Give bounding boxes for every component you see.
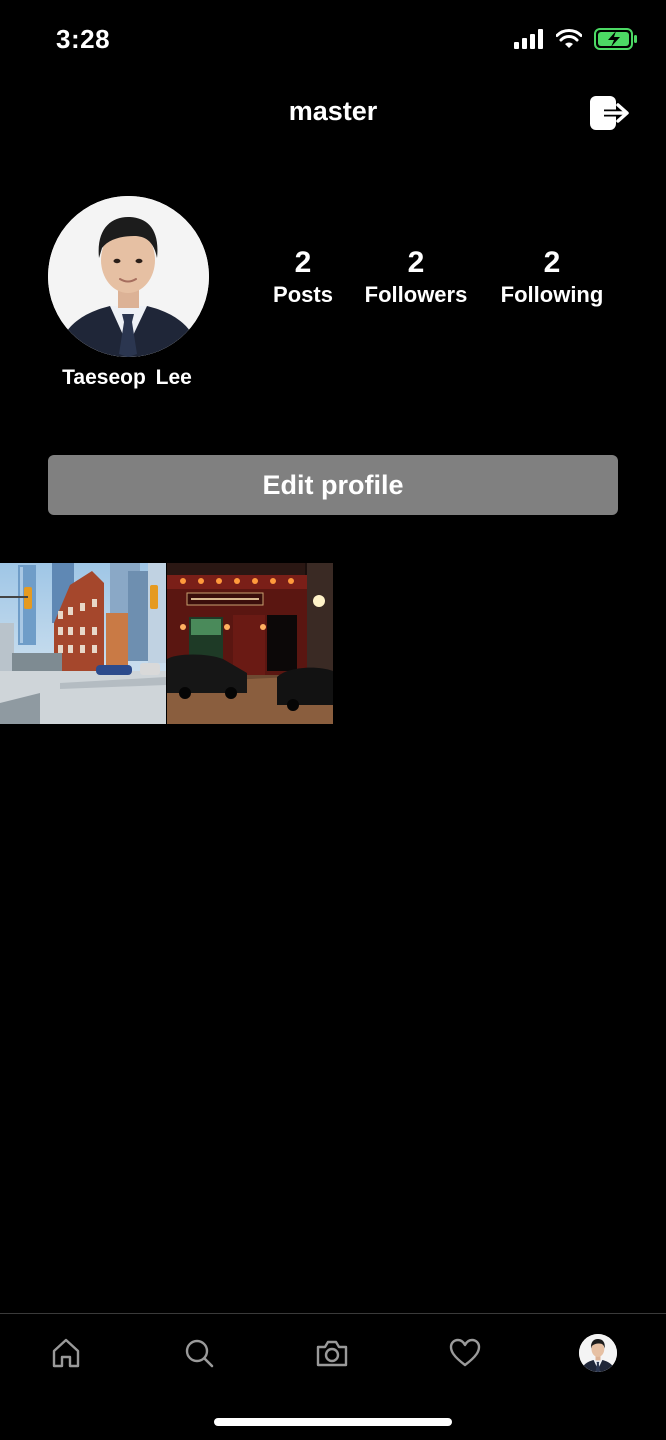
tab-camera[interactable] [308,1330,356,1376]
post-thumbnail-restaurant[interactable] [167,563,333,724]
home-icon [52,1338,80,1368]
stat-followers[interactable]: 2 Followers [356,246,476,310]
stat-following[interactable]: 2 Following [490,246,614,310]
logout-icon [590,96,629,130]
camera-icon [316,1340,348,1367]
following-label: Following [500,282,604,307]
posts-label: Posts [273,282,333,307]
edit-profile-button[interactable]: Edit profile [48,455,618,515]
tab-home[interactable] [42,1330,90,1376]
wifi-icon [556,29,582,48]
avatar-portrait [48,196,209,357]
tab-bar-divider [0,1313,666,1314]
followers-label: Followers [364,282,468,307]
tab-profile[interactable] [575,1330,621,1376]
search-icon [185,1339,214,1368]
city-street-photo [0,563,166,724]
profile-avatar[interactable] [48,196,209,357]
display-name: Taeseop Lee [62,366,192,389]
followers-count: 2 [407,246,425,279]
logout-button[interactable] [588,94,632,132]
tab-search[interactable] [175,1330,223,1376]
tab-profile-avatar [579,1334,617,1372]
post-thumbnail-city-street[interactable] [0,563,166,724]
stat-posts[interactable]: 2 Posts [253,246,353,310]
signal-icon [514,29,543,49]
restaurant-night-photo [167,563,333,724]
heart-icon [449,1338,481,1367]
tab-activity[interactable] [441,1330,489,1376]
status-time: 3:28 [56,24,111,54]
following-count: 2 [543,246,561,279]
page-title: master [288,96,378,126]
battery-charging-icon [594,28,637,50]
status-icons [514,28,638,50]
home-indicator[interactable] [214,1418,452,1426]
posts-count: 2 [294,246,312,279]
mini-avatar-portrait [579,1334,617,1372]
